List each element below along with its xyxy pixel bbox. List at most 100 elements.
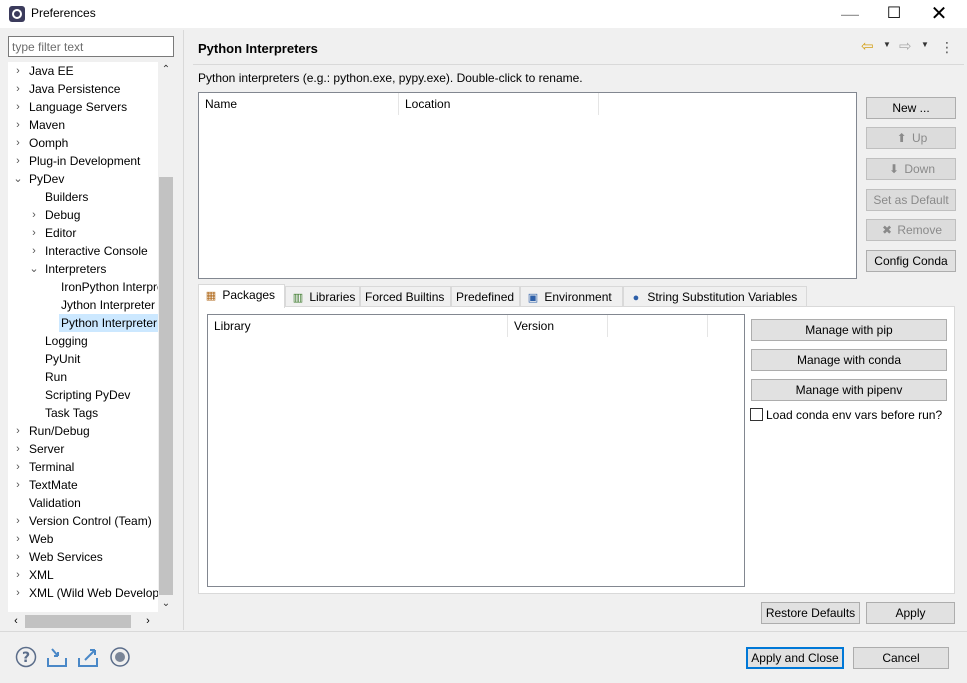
restore-defaults-button[interactable]: Restore Defaults — [761, 602, 860, 624]
tree-item[interactable]: › Editor — [8, 224, 158, 242]
apply-button[interactable]: Apply — [866, 602, 955, 624]
tree-item[interactable]: › Java EE — [8, 62, 158, 80]
forward-arrow-icon[interactable]: ⇨ — [899, 38, 917, 56]
tree-item[interactable]: Logging — [8, 332, 158, 350]
maximize-button[interactable]: ☐ — [871, 0, 917, 28]
chevron-right-icon[interactable]: › — [12, 512, 24, 530]
tree-item[interactable]: PyUnit — [8, 350, 158, 368]
remove-button[interactable]: ✖ Remove — [866, 219, 956, 241]
help-icon[interactable]: ? — [15, 646, 37, 668]
chevron-right-icon[interactable]: › — [12, 152, 24, 170]
tree-item[interactable]: › Java Persistence — [8, 80, 158, 98]
chevron-right-icon[interactable]: › — [12, 530, 24, 548]
tree-item[interactable]: › Version Control (Team) — [8, 512, 158, 530]
chevron-right-icon[interactable]: › — [12, 116, 24, 134]
tab-forced-builtins[interactable]: Forced Builtins — [360, 286, 451, 307]
minimize-button[interactable]: — — [827, 0, 873, 28]
pane-divider[interactable] — [183, 30, 184, 630]
tree-item[interactable]: › Interactive Console — [8, 242, 158, 260]
chevron-down-icon[interactable]: ⌄ — [28, 260, 40, 278]
view-menu-icon[interactable]: ⋮ — [940, 38, 954, 56]
export-icon[interactable] — [77, 646, 99, 668]
chevron-down-icon[interactable]: ⌄ — [12, 170, 24, 188]
config-conda-button[interactable]: Config Conda — [866, 250, 956, 272]
tree-item[interactable]: Run — [8, 368, 158, 386]
chevron-right-icon[interactable]: › — [12, 584, 24, 602]
up-button[interactable]: ⬆ Up — [866, 127, 956, 149]
tab-environment[interactable]: ▣ Environment — [520, 286, 623, 307]
column-location[interactable]: Location — [399, 93, 599, 115]
tree-item[interactable]: › Terminal — [8, 458, 158, 476]
tab-string-substitution[interactable]: ● String Substitution Variables — [623, 286, 807, 307]
chevron-right-icon[interactable]: › — [28, 224, 40, 242]
set-as-default-button[interactable]: Set as Default — [866, 189, 956, 211]
tree-item[interactable]: › Server — [8, 440, 158, 458]
tree-horizontal-scrollbar[interactable]: ‹ › — [8, 613, 174, 630]
tree-item[interactable]: › Oomph — [8, 134, 158, 152]
tree-item[interactable]: ⌄ Interpreters — [8, 260, 158, 278]
tree-item[interactable]: › Web — [8, 530, 158, 548]
chevron-right-icon[interactable]: › — [12, 98, 24, 116]
tab-packages[interactable]: ▦ Packages — [198, 284, 285, 308]
tree-item[interactable]: › Run/Debug — [8, 422, 158, 440]
column-library[interactable]: Library — [208, 315, 508, 337]
import-icon[interactable] — [46, 646, 68, 668]
scroll-down-icon[interactable]: ⌄ — [158, 596, 174, 612]
scroll-left-icon[interactable]: ‹ — [8, 613, 24, 630]
chevron-right-icon[interactable]: › — [12, 548, 24, 566]
tree-item[interactable]: › XML (Wild Web Developer) — [8, 584, 158, 602]
tab-predefined[interactable]: Predefined — [451, 286, 520, 307]
scroll-thumb[interactable] — [159, 177, 173, 595]
chevron-right-icon[interactable]: › — [12, 134, 24, 152]
chevron-right-icon[interactable]: › — [12, 440, 24, 458]
manage-with-conda-button[interactable]: Manage with conda — [751, 349, 947, 371]
tree-item[interactable]: Validation — [8, 494, 158, 512]
tree-item[interactable]: › TextMate — [8, 476, 158, 494]
tree-item[interactable]: › XML — [8, 566, 158, 584]
tree-item[interactable]: › Language Servers — [8, 98, 158, 116]
tree-item[interactable]: › Web Services — [8, 548, 158, 566]
tree-item[interactable]: ⌄ PyDev — [8, 170, 158, 188]
record-icon[interactable] — [109, 646, 131, 668]
chevron-right-icon[interactable]: › — [28, 206, 40, 224]
new-interpreter-button[interactable]: New ... — [866, 97, 956, 119]
column-name[interactable]: Name — [199, 93, 399, 115]
scroll-right-icon[interactable]: › — [140, 613, 156, 630]
tree-item[interactable]: IronPython Interpreter — [8, 278, 158, 296]
manage-with-pipenv-button[interactable]: Manage with pipenv — [751, 379, 947, 401]
tree-item[interactable]: › Maven — [8, 116, 158, 134]
scroll-up-icon[interactable]: ⌃ — [158, 62, 174, 78]
tree-item[interactable]: Jython Interpreter — [8, 296, 158, 314]
tree-item[interactable]: › Plug-in Development — [8, 152, 158, 170]
chevron-right-icon[interactable]: › — [12, 422, 24, 440]
scroll-thumb-horizontal[interactable] — [25, 615, 131, 628]
column-version[interactable]: Version — [508, 315, 608, 337]
chevron-right-icon[interactable]: › — [12, 476, 24, 494]
tree-item[interactable]: › Debug — [8, 206, 158, 224]
tab-libraries[interactable]: ▥ Libraries — [285, 286, 360, 307]
load-conda-label[interactable]: Load conda env vars before run? — [766, 408, 942, 422]
chevron-right-icon[interactable]: › — [12, 62, 24, 80]
manage-with-pip-button[interactable]: Manage with pip — [751, 319, 947, 341]
load-conda-checkbox[interactable] — [750, 408, 763, 421]
chevron-right-icon[interactable]: › — [12, 458, 24, 476]
column-empty — [608, 315, 708, 337]
packages-table[interactable]: Library Version — [207, 314, 745, 587]
back-arrow-icon[interactable]: ⇦ — [861, 38, 879, 56]
tree-item[interactable]: Scripting PyDev — [8, 386, 158, 404]
interpreters-table[interactable]: Name Location — [198, 92, 857, 279]
chevron-right-icon[interactable]: › — [12, 566, 24, 584]
back-dropdown-icon[interactable]: ▼ — [883, 40, 891, 49]
chevron-right-icon[interactable]: › — [12, 80, 24, 98]
tree-vertical-scrollbar[interactable]: ⌃ ⌄ — [158, 62, 174, 612]
tree-item[interactable]: Python Interpreter — [8, 314, 158, 332]
tree-item[interactable]: Builders — [8, 188, 158, 206]
chevron-right-icon[interactable]: › — [28, 242, 40, 260]
tree-item[interactable]: Task Tags — [8, 404, 158, 422]
forward-dropdown-icon[interactable]: ▼ — [921, 40, 929, 49]
close-button[interactable]: ✕ — [916, 0, 962, 28]
cancel-button[interactable]: Cancel — [853, 647, 949, 669]
down-button[interactable]: ⬇ Down — [866, 158, 956, 180]
apply-and-close-button[interactable]: Apply and Close — [746, 647, 844, 669]
filter-input[interactable] — [8, 36, 174, 57]
